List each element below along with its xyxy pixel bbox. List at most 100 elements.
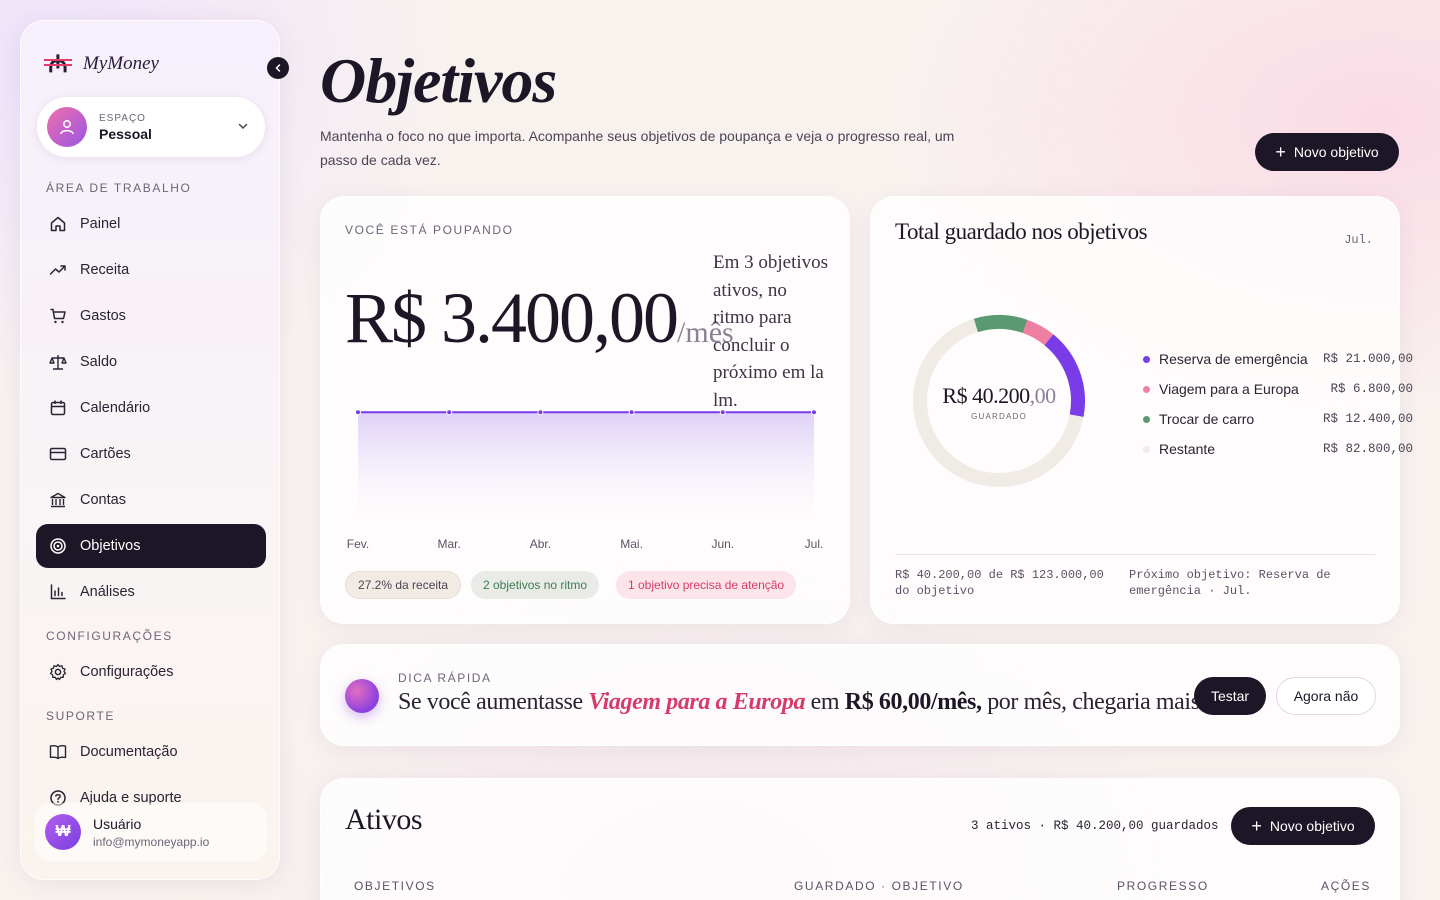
pill-on-track: 2 objetivos no ritmo — [471, 571, 600, 599]
donut-center-amount-value: R$ 40.200 — [942, 383, 1030, 408]
sidebar-item-label: Cartões — [80, 446, 131, 462]
credit-card-icon — [48, 444, 68, 464]
cart-icon — [48, 306, 68, 326]
legend-item: Trocar de carro R$ 12.400,00 — [1143, 409, 1413, 429]
active-summary: 3 ativos · R$ 40.200,00 guardados — [971, 819, 1219, 833]
next-goal-text: Próximo objetivo: Reserva de emergência … — [1129, 568, 1331, 598]
sidebar-item-gastos[interactable]: Gastos — [36, 294, 266, 338]
user-profile[interactable]: ₩ Usuário info@mymoneyapp.io — [35, 803, 267, 861]
active-goals-card: Ativos 3 ativos · R$ 40.200,00 guardados… — [320, 778, 1400, 900]
page-title: Objetivos — [320, 45, 557, 116]
chart-point[interactable] — [537, 409, 544, 416]
user-email: info@mymoneyapp.io — [93, 834, 210, 849]
column-header-goals[interactable]: OBJETIVOS — [354, 879, 436, 893]
workspace-selector[interactable]: ESPAÇO Pessoal — [37, 97, 265, 157]
tip-goal-highlight: Viagem para a Europa — [588, 689, 806, 715]
sidebar-item-label: Painel — [80, 216, 121, 232]
sidebar-item-calendario[interactable]: Calendário — [36, 386, 266, 430]
sidebar-item-label: Calendário — [80, 400, 151, 416]
avatar: ₩ — [45, 814, 81, 850]
dismiss-tip-button[interactable]: Agora não — [1276, 677, 1376, 715]
collapse-sidebar-button[interactable] — [267, 57, 289, 79]
new-goal-button-label: Novo objetivo — [1269, 818, 1355, 834]
sparkle-orb-icon — [345, 679, 379, 713]
sidebar-item-label: Objetivos — [80, 538, 141, 554]
new-goal-button[interactable]: + Novo objetivo — [1255, 133, 1399, 171]
section-label-config: CONFIGURAÇÕES — [46, 629, 173, 643]
chart-x-tick-label: Jul. — [804, 537, 824, 551]
donut-center-label: GUARDADO — [971, 412, 1027, 421]
legend-value: R$ 12.400,00 — [1322, 412, 1413, 426]
sidebar-item-label: Receita — [80, 262, 130, 278]
sidebar-item-documentacao[interactable]: Documentação — [36, 730, 266, 774]
savings-card: VOCÊ ESTÁ POUPANDO R$ 3.400,00/mês Em 3 … — [320, 196, 850, 624]
sidebar-item-analises[interactable]: Análises — [36, 570, 266, 614]
legend-value: R$ 82.800,00 — [1322, 442, 1413, 456]
chevron-left-icon — [275, 64, 281, 72]
total-title: Total guardado nos objetivos — [895, 219, 1148, 244]
sidebar-item-label: Documentação — [80, 744, 178, 760]
donut-segment[interactable] — [1022, 319, 1054, 346]
divider — [895, 554, 1375, 555]
page-description: Mantenha o foco no que importa. Acompanh… — [320, 128, 955, 168]
active-title: Ativos — [345, 803, 423, 836]
donut-center-cents: ,00 — [1029, 383, 1057, 408]
plus-icon: + — [1251, 816, 1262, 836]
chart-area-fill — [358, 412, 814, 527]
book-icon — [48, 742, 68, 762]
legend-name: Restante — [1159, 441, 1216, 457]
chart-x-tick-label: Jun. — [711, 537, 735, 551]
brand-logo-icon: ₼ — [44, 47, 72, 80]
sidebar: ₼ MyMoney ESPAÇO Pessoal ÁREA DE TRABALH… — [20, 20, 289, 880]
new-goal-button-secondary[interactable]: + Novo objetivo — [1231, 807, 1375, 845]
plus-icon: + — [1275, 142, 1286, 162]
scale-icon — [48, 352, 68, 372]
legend-dot-icon — [1143, 355, 1150, 363]
sidebar-item-contas[interactable]: Contas — [36, 478, 266, 522]
total-progress-text: R$ 40.200,00 de R$ 123.000,00 do objetiv… — [895, 568, 1104, 598]
gear-icon — [48, 662, 68, 682]
chart-point[interactable] — [446, 409, 453, 416]
tip-text-mid: em — [805, 689, 845, 715]
chart-point[interactable] — [355, 409, 361, 416]
legend-value: R$ 21.000,00 — [1322, 352, 1413, 366]
sidebar-item-painel[interactable]: Painel — [36, 202, 266, 246]
donut-center-amount: R$ 40.200,00 — [911, 383, 1087, 409]
sidebar-item-receita[interactable]: Receita — [36, 248, 266, 292]
chart-point[interactable] — [811, 409, 817, 416]
sidebar-item-label: Saldo — [80, 354, 118, 370]
legend-item: Reserva de emergência R$ 21.000,00 — [1143, 349, 1413, 369]
column-header-actions: AÇÕES — [1321, 879, 1372, 893]
sidebar-item-configuracoes[interactable]: Configurações — [36, 650, 266, 694]
chart-x-tick-label: Mai. — [620, 537, 643, 551]
chart-x-tick-label: Fev. — [346, 537, 370, 551]
legend-item: Viagem para a Europa R$ 6.800,00 — [1143, 379, 1413, 399]
sidebar-item-label: Contas — [80, 492, 126, 508]
brand-name: MyMoney — [83, 52, 159, 74]
savings-chart — [355, 409, 817, 527]
column-header-progress[interactable]: PROGRESSO — [1117, 879, 1209, 893]
trend-up-icon — [48, 260, 68, 280]
quick-tip-card: DICA RÁPIDA Se você aumentasse Viagem pa… — [320, 644, 1400, 746]
workspace-label: ESPAÇO — [99, 112, 146, 124]
sidebar-item-cartoes[interactable]: Cartões — [36, 432, 266, 476]
bar-chart-icon — [48, 582, 68, 602]
brand[interactable]: ₼ MyMoney — [44, 47, 159, 80]
home-icon — [48, 214, 68, 234]
column-header-saved[interactable]: GUARDADO · OBJETIVO — [794, 879, 964, 893]
legend-item: Restante R$ 82.800,00 — [1143, 439, 1413, 459]
target-icon — [48, 536, 68, 556]
sidebar-item-saldo[interactable]: Saldo — [36, 340, 266, 384]
chart-point[interactable] — [719, 409, 726, 416]
bank-icon — [48, 490, 68, 510]
sidebar-item-objetivos[interactable]: Objetivos — [36, 524, 266, 568]
total-saved-card: Total guardado nos objetivos Jul. R$ 40.… — [870, 196, 1413, 624]
try-tip-button[interactable]: Testar — [1194, 677, 1266, 715]
chart-x-tick-label: Abr. — [529, 537, 552, 551]
tip-amount: R$ 60,00/mês, — [844, 689, 982, 715]
legend-name: Trocar de carro — [1159, 411, 1255, 427]
section-label-work: ÁREA DE TRABALHO — [46, 181, 192, 195]
donut-segment[interactable] — [973, 315, 1028, 334]
sidebar-item-label: Configurações — [80, 664, 174, 680]
chart-point[interactable] — [628, 409, 635, 416]
